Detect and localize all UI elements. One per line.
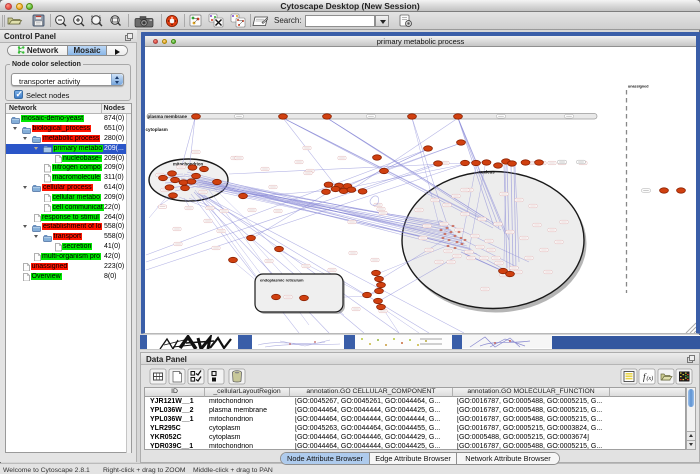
svg-text:(x): (x)	[647, 375, 654, 382]
svg-text:endoplasmic reticulum: endoplasmic reticulum	[260, 278, 304, 283]
svg-text:plasma membrane: plasma membrane	[148, 114, 188, 119]
svg-text:nucleus: nucleus	[479, 170, 496, 175]
svg-text:unassigned: unassigned	[628, 85, 649, 89]
svg-text:cytoplasm: cytoplasm	[146, 127, 168, 132]
